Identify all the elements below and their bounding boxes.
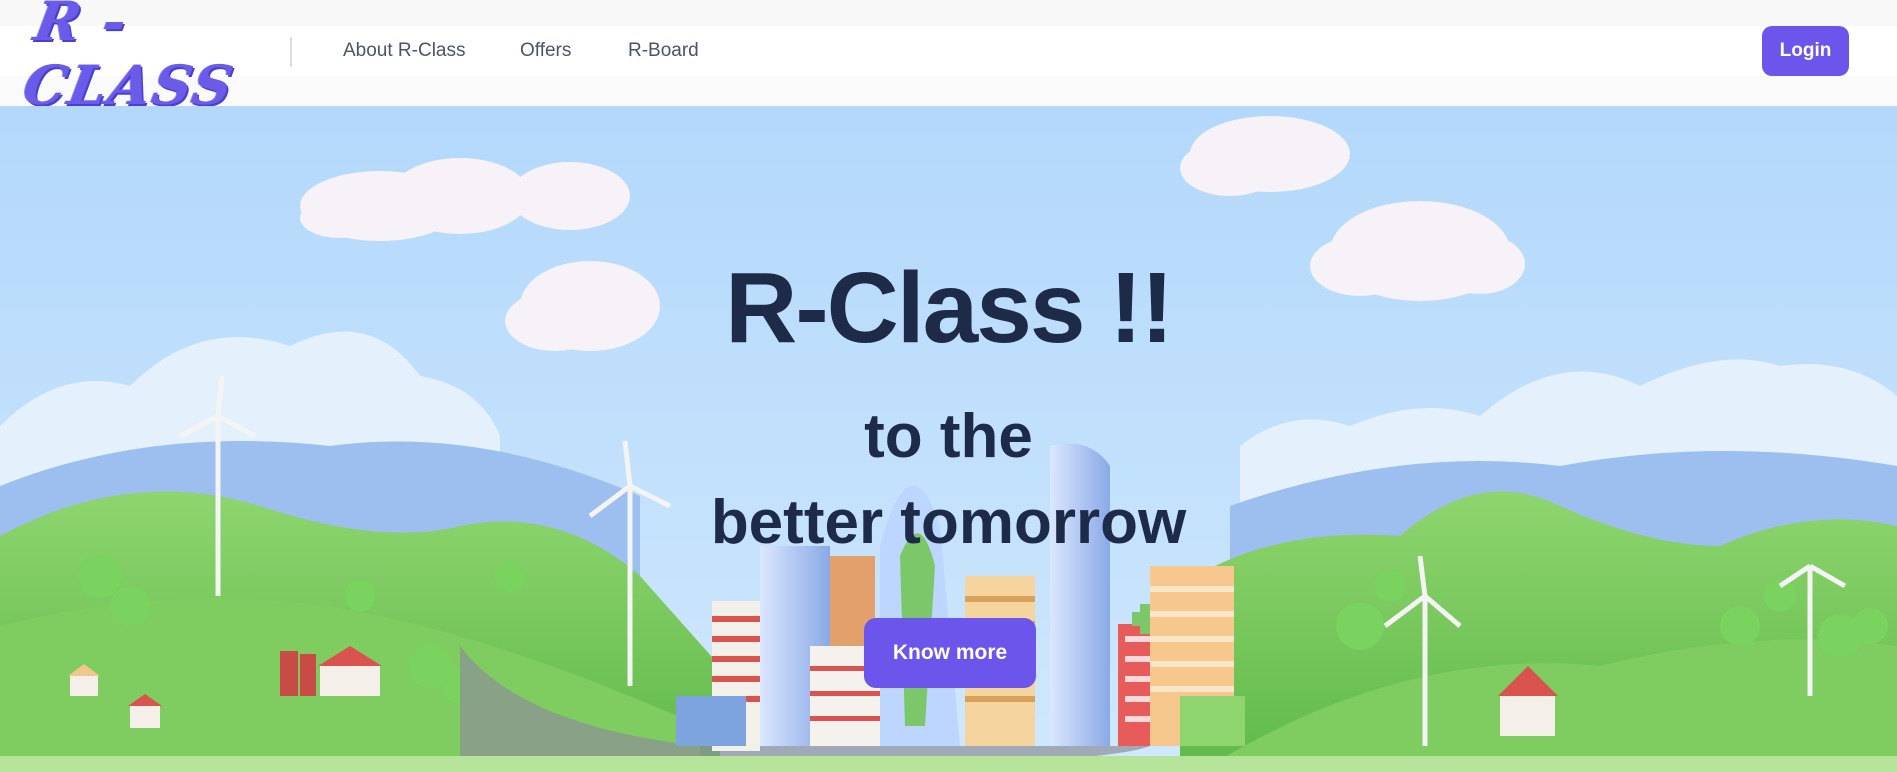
- hero-title: R-Class !!: [725, 252, 1174, 364]
- navbar: [0, 26, 1897, 76]
- logo[interactable]: R - CLASS: [19, 0, 270, 117]
- login-button[interactable]: Login: [1762, 26, 1849, 76]
- hero-subtitle-line1: to the: [864, 402, 1033, 471]
- logo-text: R - CLASS: [18, 0, 240, 117]
- navbar-bottom-band: [0, 76, 1897, 106]
- top-strip: [0, 0, 1897, 26]
- nav-divider: [290, 37, 292, 67]
- nav-link-r-board[interactable]: R-Board: [628, 40, 699, 62]
- hero-subtitle-line2: better tomorrow: [710, 488, 1187, 557]
- nav-link-about[interactable]: About R-Class: [343, 40, 466, 62]
- know-more-button[interactable]: Know more: [864, 618, 1036, 688]
- nav-link-offers[interactable]: Offers: [520, 40, 571, 62]
